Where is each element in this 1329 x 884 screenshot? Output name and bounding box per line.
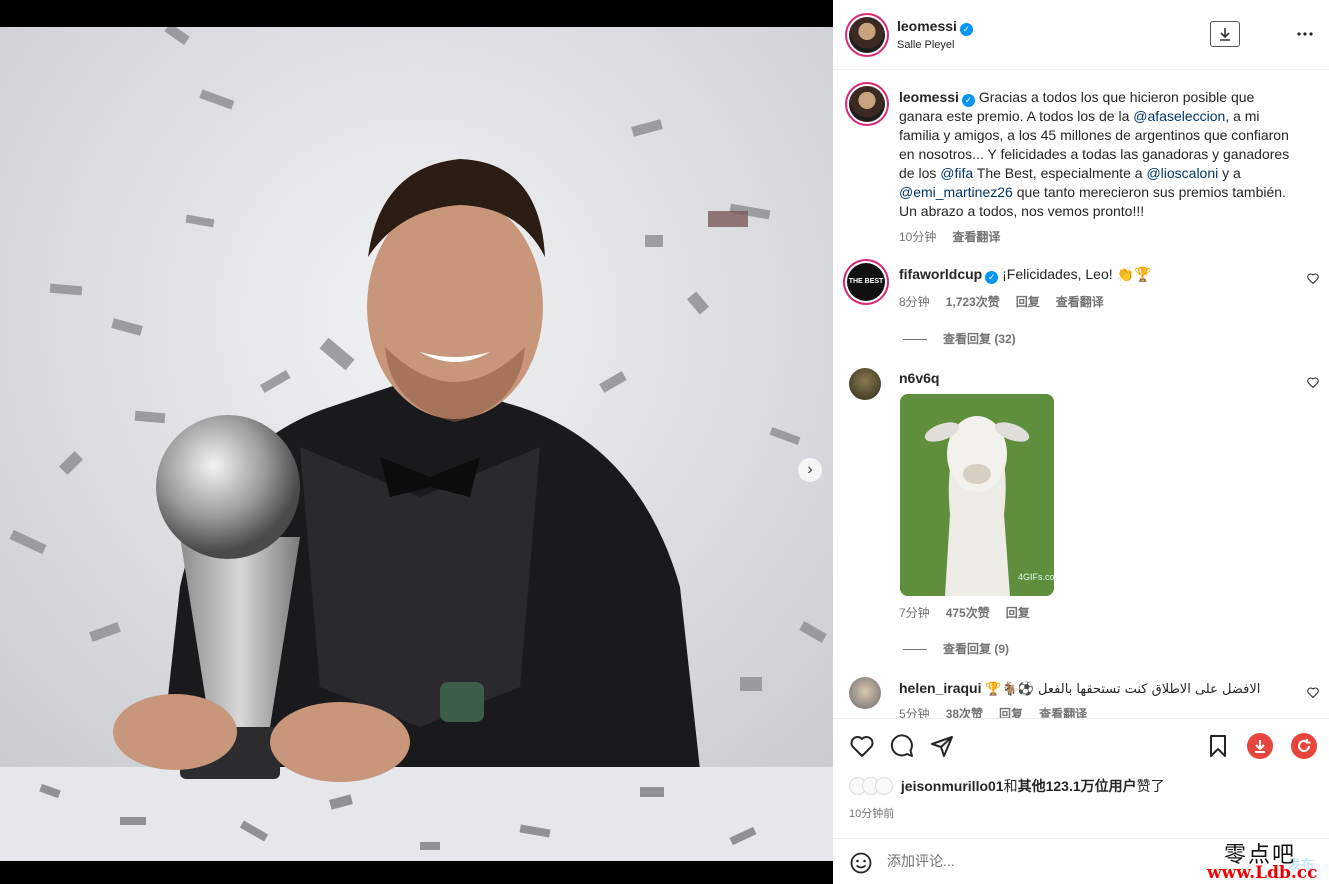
- caption-time: 10分钟: [899, 230, 937, 244]
- save-button[interactable]: [1205, 733, 1231, 759]
- author-username[interactable]: leomessi: [897, 18, 957, 34]
- caption-part: y a: [1218, 165, 1241, 181]
- comment-like-button[interactable]: [1307, 273, 1319, 287]
- verified-icon: ✓: [961, 94, 975, 107]
- posted-time[interactable]: 10分钟前: [849, 805, 894, 821]
- next-image-button[interactable]: ›: [798, 458, 822, 482]
- comment-time: 8分钟: [899, 295, 930, 309]
- comment-likes[interactable]: 38次赞: [946, 707, 983, 718]
- download-extension-button[interactable]: [1247, 733, 1273, 759]
- download-icon: [1220, 28, 1230, 41]
- comment-button[interactable]: [889, 733, 915, 759]
- caption-text: leomessi ✓ Gracias a todos los que hicier…: [899, 88, 1299, 221]
- comment-meta: 8分钟 1,723次赞 回复 查看翻译: [899, 293, 1120, 310]
- comment-text: helen_iraqui الافضل على الاطلاق كنت تستح…: [899, 679, 1299, 699]
- comment-username[interactable]: fifaworldcup: [899, 266, 982, 282]
- post-actions: jeisonmurillo01和其他123.1万位用户赞了 10分钟前: [833, 718, 1329, 838]
- caption-avatar[interactable]: [849, 86, 885, 122]
- more-icon: [1297, 32, 1313, 36]
- reply-link[interactable]: 回复: [1006, 606, 1030, 620]
- comment-text: n6v6q: [899, 369, 1299, 388]
- mention-link[interactable]: @emi_martinez26: [899, 184, 1013, 200]
- instagram-post-view: › leomessi ✓ Salle Pleyel leomessi ✓ Grac: [0, 0, 1329, 884]
- refresh-extension-button[interactable]: [1291, 733, 1317, 759]
- view-replies-button[interactable]: 查看回复 (32): [903, 330, 1016, 347]
- heart-icon: [1307, 687, 1319, 699]
- heart-icon: [1307, 273, 1319, 285]
- see-translation-link[interactable]: 查看翻译: [952, 230, 1000, 244]
- likes-and: 和: [1003, 778, 1018, 794]
- more-options-button[interactable]: [1291, 24, 1319, 44]
- author-avatar[interactable]: [849, 17, 885, 53]
- commenter-avatar[interactable]: [849, 368, 881, 400]
- download-button[interactable]: [1210, 21, 1240, 47]
- comment-time: 5分钟: [899, 707, 930, 718]
- comment-username[interactable]: n6v6q: [899, 370, 939, 386]
- see-translation-link[interactable]: 查看翻译: [1056, 295, 1104, 309]
- comment-time: 7分钟: [899, 606, 930, 620]
- comments-list[interactable]: leomessi ✓ Gracias a todos los que hicier…: [833, 71, 1329, 718]
- author-info: leomessi ✓: [897, 18, 973, 36]
- refresh-icon: [1298, 739, 1311, 752]
- comment-gif[interactable]: 4GIFs.com: [900, 394, 1054, 596]
- post-location[interactable]: Salle Pleyel: [897, 39, 954, 51]
- mention-link[interactable]: @afaseleccion: [1133, 108, 1225, 124]
- likes-others-link[interactable]: 其他123.1万位用户: [1018, 778, 1137, 794]
- site-watermark: 零点吧 www.Ldb.cc: [1200, 835, 1329, 884]
- liker-username[interactable]: jeisonmurillo01: [901, 778, 1004, 794]
- liker-avatar: [875, 777, 893, 795]
- post-sidebar: leomessi ✓ Salle Pleyel leomessi ✓ Gracias…: [833, 0, 1329, 884]
- comment-like-button[interactable]: [1307, 687, 1319, 701]
- caption-meta: 10分钟 查看翻译: [899, 228, 1016, 245]
- comment-meta: 5分钟 38次赞 回复 查看翻译: [899, 705, 1103, 718]
- reply-link[interactable]: 回复: [999, 707, 1023, 718]
- comment-username[interactable]: helen_iraqui: [899, 680, 981, 696]
- comment-likes[interactable]: 1,723次赞: [946, 295, 1000, 309]
- mention-link[interactable]: @lioscaloni: [1146, 165, 1218, 181]
- heart-icon: [1307, 377, 1319, 389]
- comment-like-button[interactable]: [1307, 377, 1319, 391]
- post-header: leomessi ✓ Salle Pleyel: [833, 0, 1329, 70]
- comment-body: ¡Felicidades, Leo! 👏🏆: [1002, 266, 1152, 282]
- comment-icon: [890, 734, 913, 757]
- caption-part: The Best, especialmente a: [973, 165, 1147, 181]
- comment-meta: 7分钟 475次赞 回复: [899, 604, 1046, 621]
- commenter-avatar[interactable]: [849, 677, 881, 709]
- post-image[interactable]: ›: [0, 27, 833, 861]
- like-button[interactable]: [849, 733, 875, 759]
- caption-username[interactable]: leomessi: [899, 89, 959, 105]
- comment-likes[interactable]: 475次赞: [946, 606, 990, 620]
- comment-text: fifaworldcup ✓ ¡Felicidades, Leo! 👏🏆: [899, 265, 1299, 284]
- comment-body: الافضل على الاطلاق كنت تستحقها بالفعل ⚽🐐…: [985, 682, 1261, 697]
- likes-summary: jeisonmurillo01和其他123.1万位用户赞了: [849, 776, 1165, 796]
- likes-tail: 赞了: [1136, 778, 1165, 794]
- reply-link[interactable]: 回复: [1016, 295, 1040, 309]
- emoji-icon: [850, 852, 872, 874]
- post-photo-placeholder: [0, 27, 833, 861]
- commenter-avatar[interactable]: THE BEST: [847, 263, 885, 301]
- emoji-button[interactable]: [849, 851, 873, 875]
- see-translation-link[interactable]: 查看翻译: [1039, 707, 1087, 718]
- share-button[interactable]: [929, 733, 955, 759]
- gif-watermark: 4GIFs.com: [1018, 572, 1054, 582]
- verified-icon: ✓: [959, 23, 973, 36]
- chevron-right-icon: ›: [807, 461, 813, 478]
- watermark-url: www.Ldb.cc: [1207, 863, 1318, 883]
- mention-link[interactable]: @fifa: [940, 165, 973, 181]
- download-icon: [1255, 740, 1265, 753]
- comment-input[interactable]: [887, 853, 1187, 869]
- heart-icon: [850, 736, 874, 757]
- verified-icon: ✓: [985, 271, 999, 284]
- gif-placeholder: 4GIFs.com: [900, 394, 1054, 596]
- send-icon: [931, 736, 953, 757]
- view-replies-button[interactable]: 查看回复 (9): [903, 640, 1009, 657]
- bookmark-icon: [1210, 735, 1226, 757]
